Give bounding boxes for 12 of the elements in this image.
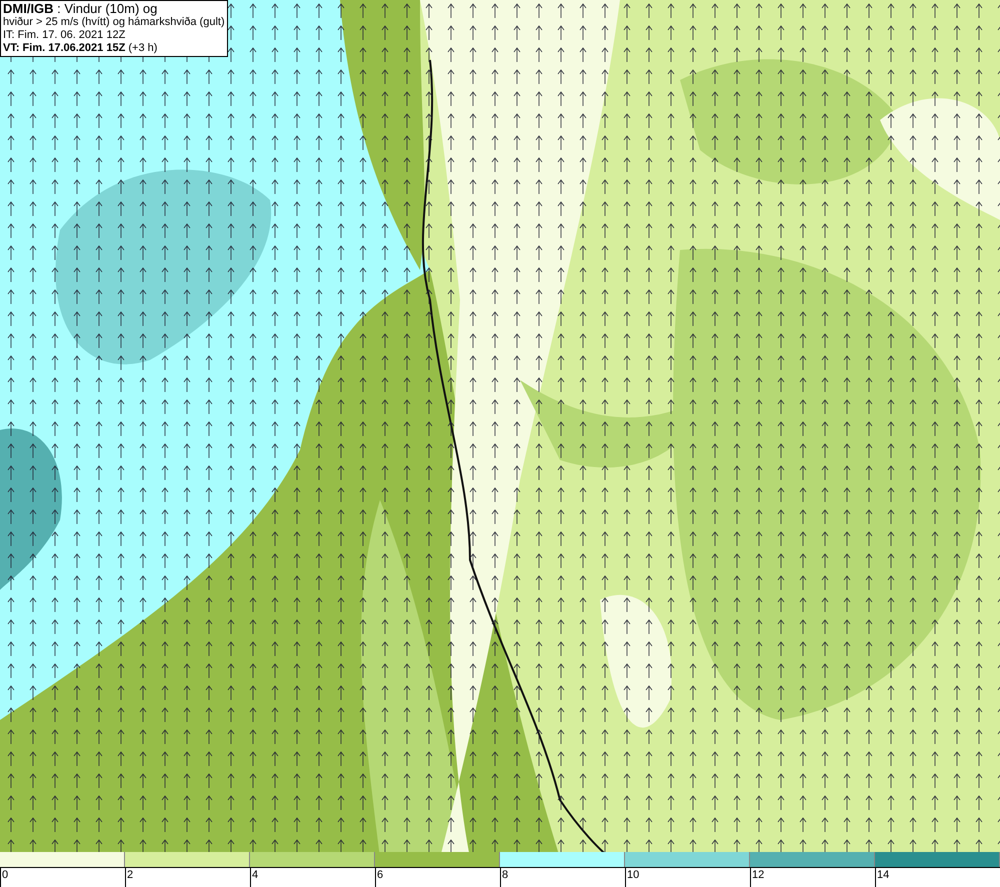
- title-line: VT: Fim. 17.06.2021 15Z (+3 h): [3, 42, 158, 55]
- legend-label: 2: [126, 868, 134, 882]
- legend-label: 4: [251, 868, 258, 882]
- title-line: DMI/IGB : Vindur (10m) og: [3, 2, 158, 16]
- legend-label: 8: [501, 868, 508, 882]
- legend-label: 6: [376, 868, 384, 882]
- title-line: hviður > 25 m/s (hvítt) og hámarkshviða (gult): [3, 16, 225, 29]
- legend-label: 12: [751, 868, 764, 882]
- legend-label: 14: [876, 868, 890, 882]
- title-line: IT: Fim. 17. 06. 2021 12Z: [3, 29, 126, 42]
- legend-label: 10: [626, 868, 640, 882]
- legend-label: 0: [1, 868, 8, 882]
